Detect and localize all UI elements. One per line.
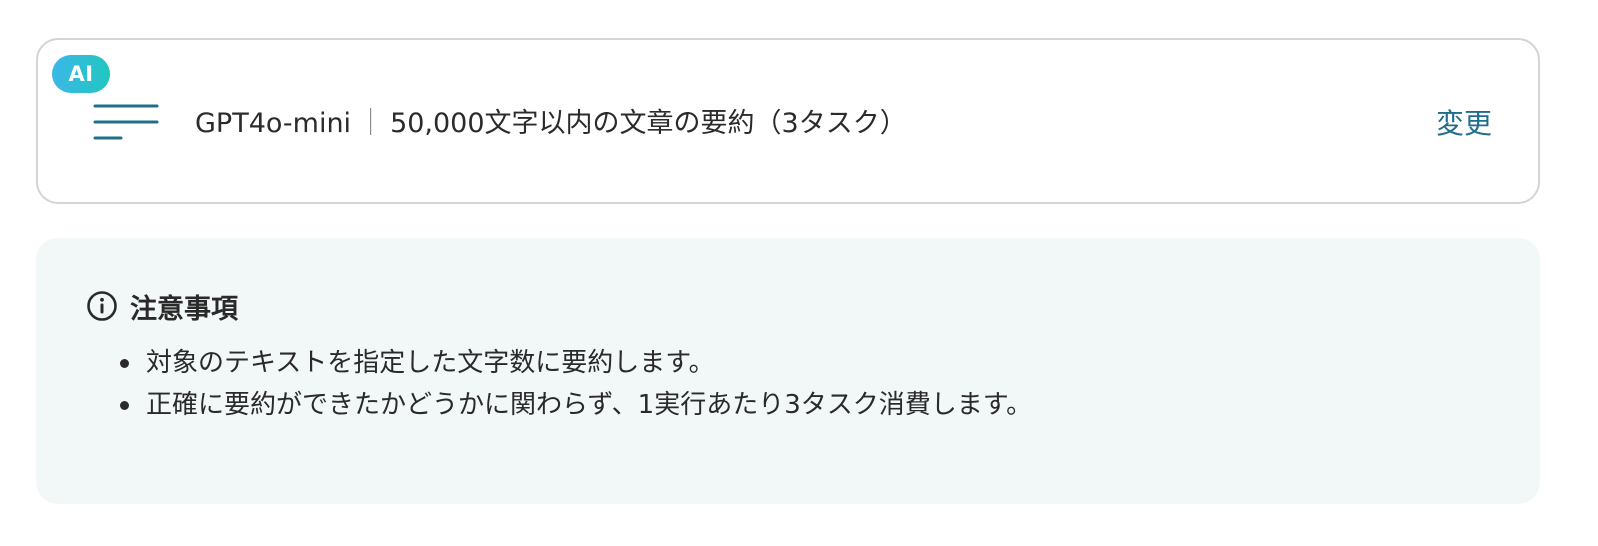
notes-header: 注意事項 [86,286,238,326]
model-name: GPT4o-mini [195,108,352,139]
notes-panel: 注意事項 対象のテキストを指定した文字数に要約します。 正確に要約ができたかどう… [36,238,1540,504]
action-card[interactable]: AI GPT4o-mini ｜ 50,000文字以内の文章の要約（3タスク） 変更 [36,38,1540,204]
bullet-icon [120,359,129,368]
notes-title: 注意事項 [130,293,238,325]
label-separator: ｜ [357,108,385,139]
summary-lines-icon [93,104,159,140]
notes-list: 対象のテキストを指定した文字数に要約します。 正確に要約ができたかどうかに関わら… [118,342,1032,426]
change-button[interactable]: 変更 [1436,102,1492,146]
bullet-icon [120,401,129,410]
action-label: GPT4o-mini ｜ 50,000文字以内の文章の要約（3タスク） [195,102,907,146]
note-text: 対象のテキストを指定した文字数に要約します。 [146,348,715,378]
ai-badge: AI [52,55,110,93]
list-item: 正確に要約ができたかどうかに関わらず、1実行あたり3タスク消費します。 [118,384,1032,426]
page: AI GPT4o-mini ｜ 50,000文字以内の文章の要約（3タスク） 変更 … [0,0,1598,546]
list-item: 対象のテキストを指定した文字数に要約します。 [118,342,1032,384]
info-icon [87,291,117,321]
note-text: 正確に要約ができたかどうかに関わらず、1実行あたり3タスク消費します。 [146,390,1033,420]
action-description: 50,000文字以内の文章の要約（3タスク） [390,108,907,139]
